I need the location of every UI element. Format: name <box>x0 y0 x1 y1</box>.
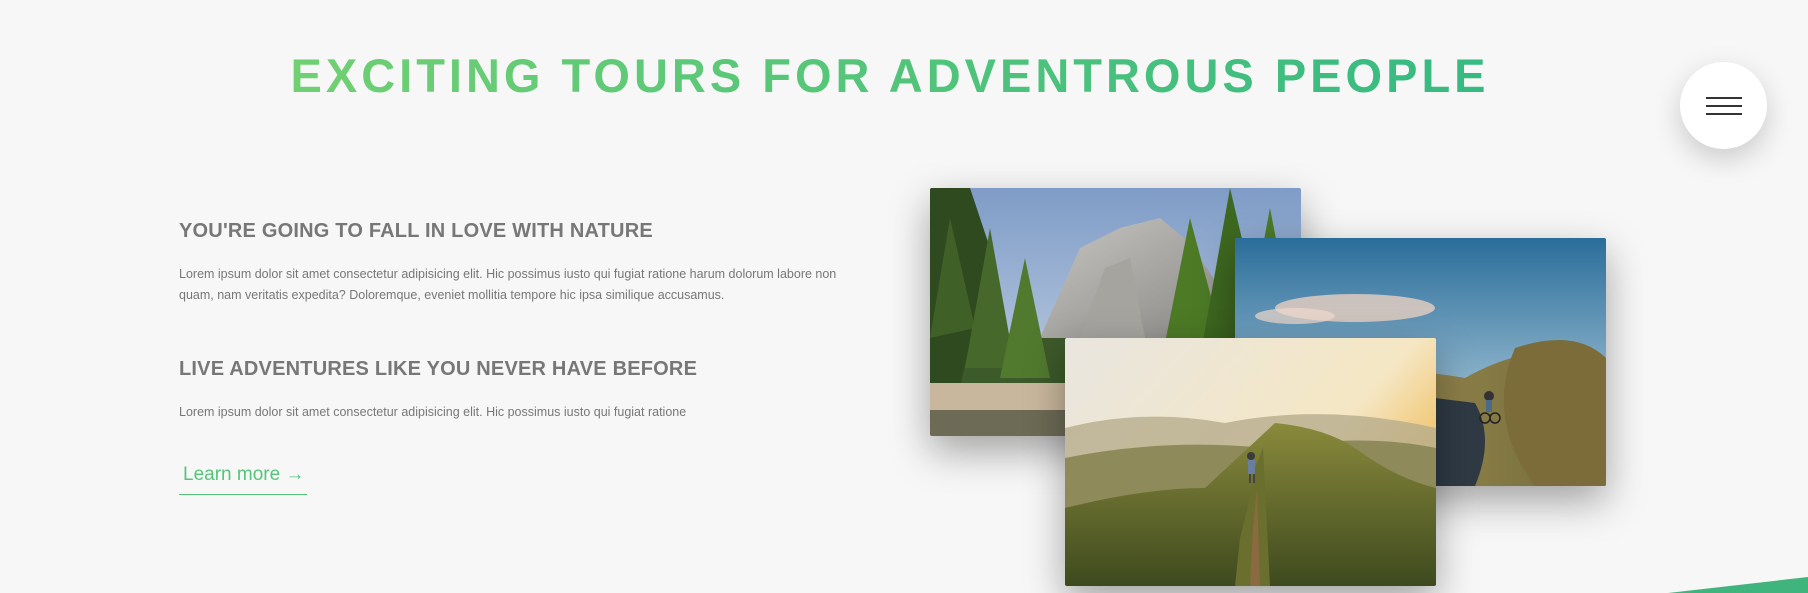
section-title: EXCITING TOURS FOR ADVENTROUS PEOPLE <box>0 46 1780 106</box>
feature-paragraph-adventures: Lorem ipsum dolor sit amet consectetur a… <box>179 405 687 419</box>
feature-heading-nature: YOU'RE GOING TO FALL IN LOVE WITH NATURE <box>179 220 653 242</box>
learn-more-link[interactable]: Learn more → <box>179 461 308 495</box>
photo-hiker-ridge <box>1065 338 1436 586</box>
feature-heading-adventures: LIVE ADVENTURES LIKE YOU NEVER HAVE BEFO… <box>179 358 698 380</box>
hamburger-menu-icon <box>1706 105 1742 107</box>
feature-text-column: YOU'RE GOING TO FALL IN LOVE WITH NATURE… <box>179 212 839 495</box>
feature-paragraph-nature: Lorem ipsum dolor sit amet consectetur a… <box>179 267 837 302</box>
hamburger-menu-icon <box>1706 113 1742 115</box>
navigation-menu-button[interactable] <box>1680 62 1767 149</box>
decorative-skew-accent <box>1668 577 1808 593</box>
about-section: EXCITING TOURS FOR ADVENTROUS PEOPLE YOU… <box>0 0 1808 593</box>
hamburger-menu-icon <box>1706 97 1742 99</box>
